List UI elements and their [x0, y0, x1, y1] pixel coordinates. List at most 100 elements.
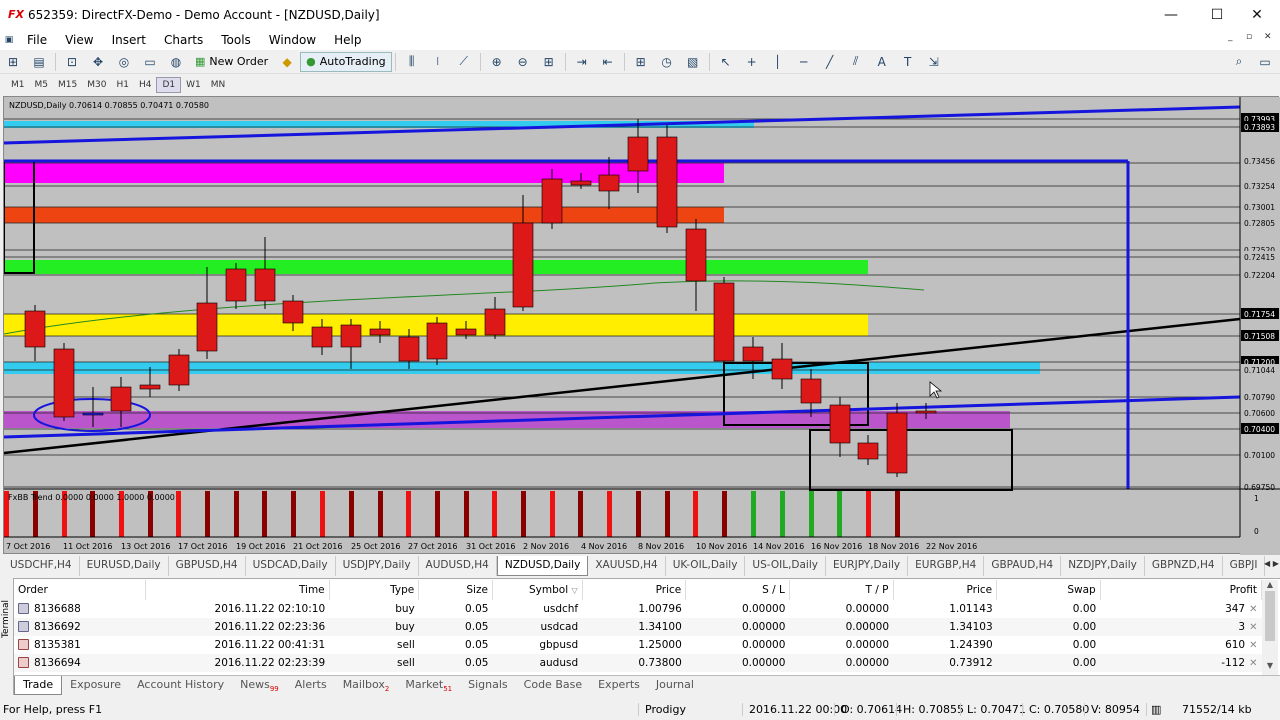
new-order-button[interactable]: ▦ New Order: [189, 52, 274, 72]
symbol-tab[interactable]: USDCHF,H4: [3, 556, 80, 576]
mdi-close-icon[interactable]: ✕: [1264, 32, 1272, 42]
timeframe-button[interactable]: M15: [53, 78, 82, 92]
timeframe-button[interactable]: M1: [6, 78, 30, 92]
symbol-tab[interactable]: US-OIL,Daily: [745, 556, 826, 576]
symbol-tab[interactable]: UK-OIL,Daily: [666, 556, 746, 576]
col-current-price[interactable]: Price: [893, 580, 998, 600]
menu-tools[interactable]: Tools: [212, 33, 260, 47]
orders-scrollbar[interactable]: ▲ ▼: [1262, 580, 1278, 675]
symbol-tab[interactable]: EURGBP,H4: [908, 556, 985, 576]
symbol-tab[interactable]: NZDJPY,Daily: [1061, 556, 1145, 576]
chart-window[interactable]: 0.73993 0.73893 0.73456 0.73254 0.73001 0.728…: [3, 96, 1280, 555]
channel-icon[interactable]: ⫽: [844, 52, 868, 72]
col-price[interactable]: Price: [582, 580, 687, 600]
tab-scroll-arrows[interactable]: ◀ ▶: [1264, 559, 1279, 568]
terminal-tab[interactable]: Signals: [460, 676, 516, 695]
text-icon[interactable]: A: [870, 52, 894, 72]
terminal-icon[interactable]: ▭: [138, 52, 162, 72]
symbol-tab[interactable]: GBPUSD,H4: [169, 556, 246, 576]
terminal-tab[interactable]: Market51: [397, 676, 460, 695]
data-window-icon[interactable]: ◎: [112, 52, 136, 72]
order-row[interactable]: 8135381 2016.11.22 00:41:31 sell 0.05 gbpusd…: [14, 636, 1262, 654]
candlestick-icon[interactable]: ⧙: [426, 52, 450, 72]
text-label-icon[interactable]: T: [896, 52, 920, 72]
timeframe-button[interactable]: H1: [111, 78, 134, 92]
bar-chart-icon[interactable]: ⫼: [400, 52, 424, 72]
chart-shift-icon[interactable]: ⇤: [596, 52, 620, 72]
col-order[interactable]: Order: [14, 580, 147, 600]
symbol-tab[interactable]: EURUSD,Daily: [80, 556, 169, 576]
price-chart[interactable]: 0.739930.738930.734560.732540.730010.728…: [4, 97, 1280, 555]
terminal-tab[interactable]: Account History: [129, 676, 232, 695]
close-order-icon[interactable]: ✕: [1249, 640, 1257, 651]
col-swap[interactable]: Swap: [996, 580, 1101, 600]
order-row[interactable]: 8136694 2016.11.22 02:23:39 sell 0.05 audusd…: [14, 654, 1262, 672]
menu-help[interactable]: Help: [325, 33, 370, 47]
menu-view[interactable]: View: [56, 33, 102, 47]
trendline-icon[interactable]: ╱: [818, 52, 842, 72]
tile-windows-icon[interactable]: ⊞: [537, 52, 561, 72]
timeframe-button[interactable]: H4: [134, 78, 157, 92]
timeframe-button[interactable]: M30: [82, 78, 111, 92]
col-sl[interactable]: S / L: [685, 580, 790, 600]
metaeditor-icon[interactable]: ◆: [275, 52, 299, 72]
zoom-out-icon[interactable]: ⊖: [511, 52, 535, 72]
col-size[interactable]: Size: [418, 580, 493, 600]
close-order-icon[interactable]: ✕: [1249, 604, 1257, 615]
symbol-tab[interactable]: AUDUSD,H4: [419, 556, 497, 576]
market-watch-icon[interactable]: ⊡: [60, 52, 84, 72]
crosshair-icon[interactable]: +: [740, 52, 764, 72]
terminal-tab[interactable]: Alerts: [287, 676, 335, 695]
terminal-side-strip[interactable]: Terminal: [0, 578, 14, 695]
terminal-tab[interactable]: Code Base: [516, 676, 590, 695]
new-chart-icon[interactable]: ⊞: [1, 52, 25, 72]
terminal-tab[interactable]: Trade: [14, 676, 63, 695]
tester-icon[interactable]: ◍: [164, 52, 188, 72]
col-tp[interactable]: T / P: [789, 580, 894, 600]
timeframe-button[interactable]: M5: [30, 78, 54, 92]
symbol-tab[interactable]: GBPAUD,H4: [984, 556, 1062, 576]
symbol-tab[interactable]: USDCAD,Daily: [246, 556, 336, 576]
symbol-tab[interactable]: NZDUSD,Daily: [496, 556, 589, 576]
symbol-tab[interactable]: GBPJI: [1223, 556, 1265, 576]
periods-icon[interactable]: ◷: [655, 52, 679, 72]
arrows-icon[interactable]: ⇲: [922, 52, 946, 72]
close-order-icon[interactable]: ✕: [1249, 658, 1257, 669]
navigator-icon[interactable]: ✥: [86, 52, 110, 72]
terminal-tab[interactable]: Mailbox2: [335, 676, 398, 695]
timeframe-button-active[interactable]: D1: [156, 77, 182, 93]
scroll-up-icon[interactable]: ▲: [1262, 580, 1278, 589]
mdi-minimize-icon[interactable]: _: [1228, 32, 1233, 42]
symbol-tab[interactable]: EURJPY,Daily: [826, 556, 909, 576]
menu-window[interactable]: Window: [260, 33, 325, 47]
menu-insert[interactable]: Insert: [103, 33, 155, 47]
vertical-line-icon[interactable]: │: [766, 52, 790, 72]
profiles-icon[interactable]: ▤: [27, 52, 51, 72]
search-icon[interactable]: ⌕: [1227, 52, 1251, 72]
order-row[interactable]: 8136692 2016.11.22 02:23:36 buy 0.05 usdcad 1…: [14, 618, 1262, 636]
symbol-tab[interactable]: USDJPY,Daily: [336, 556, 419, 576]
cursor-icon[interactable]: ↖: [714, 52, 738, 72]
autoscroll-icon[interactable]: ⇥: [570, 52, 594, 72]
terminal-tab[interactable]: Exposure: [62, 676, 129, 695]
chat-icon[interactable]: ▭: [1253, 52, 1277, 72]
mdi-restore-icon[interactable]: ▫: [1246, 32, 1252, 42]
timeframe-button[interactable]: MN: [206, 78, 231, 92]
autotrading-button[interactable]: ● AutoTrading: [300, 51, 392, 72]
scroll-down-icon[interactable]: ▼: [1262, 661, 1278, 670]
terminal-tab[interactable]: Experts: [590, 676, 648, 695]
templates-icon[interactable]: ▧: [681, 52, 705, 72]
scroll-thumb[interactable]: [1265, 591, 1275, 641]
minimize-button[interactable]: —: [1148, 0, 1194, 30]
symbol-tab[interactable]: GBPNZD,H4: [1145, 556, 1223, 576]
col-symbol[interactable]: Symbol ▽: [492, 580, 583, 600]
close-button[interactable]: ✕: [1234, 0, 1280, 30]
col-time[interactable]: Time: [145, 580, 330, 600]
close-order-icon[interactable]: ✕: [1249, 622, 1257, 633]
timeframe-button[interactable]: W1: [181, 78, 206, 92]
terminal-tab[interactable]: News99: [232, 676, 287, 695]
zoom-in-icon[interactable]: ⊕: [485, 52, 509, 72]
horizontal-line-icon[interactable]: ─: [792, 52, 816, 72]
symbol-tab[interactable]: XAUUSD,H4: [588, 556, 666, 576]
menu-file[interactable]: File: [18, 33, 56, 47]
